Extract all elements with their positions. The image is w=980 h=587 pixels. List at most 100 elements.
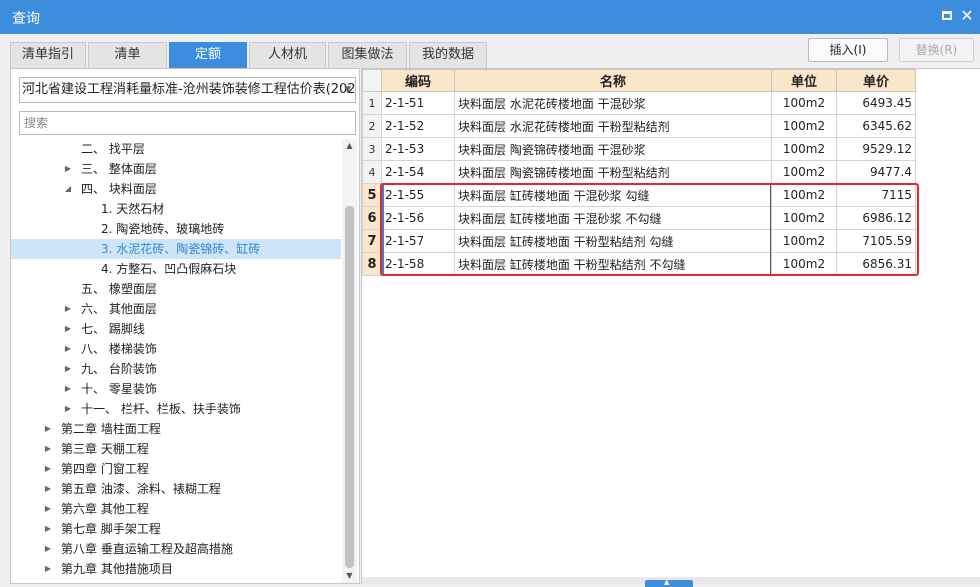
table-row[interactable]: 2 2-1-52 块料面层 水泥花砖楼地面 干粉型粘结剂 100m2 6345.… [362, 114, 916, 138]
tree-node[interactable]: ◢ 四、 块料面层 [11, 179, 341, 199]
expand-arrow-icon[interactable]: ▶ [63, 319, 73, 339]
price-cell[interactable]: 9529.12 [836, 137, 916, 161]
tree-node[interactable]: 二、 找平层 [11, 139, 341, 159]
name-cell[interactable]: 块料面层 缸砖楼地面 干混砂浆 勾缝 [454, 183, 772, 207]
code-cell[interactable]: 2-1-58 [381, 252, 455, 276]
tree-node[interactable]: ▶ 第五章 油漆、涂料、裱糊工程 [11, 479, 341, 499]
price-cell[interactable]: 7115 [836, 183, 916, 207]
tree-node[interactable]: ▶ 十一、 栏杆、栏板、扶手装饰 [11, 399, 341, 419]
tree-node[interactable]: ▶ 三、 整体面层 [11, 159, 341, 179]
price-cell[interactable]: 7105.59 [836, 229, 916, 253]
tree-node[interactable]: 2. 陶瓷地砖、玻璃地砖 [11, 219, 341, 239]
column-header-price[interactable]: 单价 [836, 69, 916, 92]
name-cell[interactable]: 块料面层 水泥花砖楼地面 干粉型粘结剂 [454, 114, 772, 138]
tree-node[interactable]: ▶ 八、 楼梯装饰 [11, 339, 341, 359]
expand-arrow-icon[interactable]: ▶ [63, 299, 73, 319]
tree-node[interactable]: 4. 方整石、凹凸假麻石块 [11, 259, 341, 279]
unit-cell[interactable]: 100m2 [771, 160, 837, 184]
column-header-unit[interactable]: 单位 [771, 69, 837, 92]
name-cell[interactable]: 块料面层 缸砖楼地面 干混砂浆 不勾缝 [454, 206, 772, 230]
insert-button[interactable]: 插入(I) [808, 38, 888, 62]
unit-cell[interactable]: 100m2 [771, 114, 837, 138]
price-cell[interactable]: 6493.45 [836, 91, 916, 115]
tree-node[interactable]: ▶ 六、 其他面层 [11, 299, 341, 319]
panel-splitter-handle[interactable]: ▲ [645, 578, 693, 587]
tree-node[interactable]: ▶ 第七章 脚手架工程 [11, 519, 341, 539]
maximize-icon[interactable] [938, 7, 956, 25]
collapse-arrow-icon[interactable]: ◢ [63, 179, 73, 199]
tree-node[interactable]: ▶ 十、 零星装饰 [11, 379, 341, 399]
table-row[interactable]: 4 2-1-54 块料面层 陶瓷锦砖楼地面 干粉型粘结剂 100m2 9477.… [362, 160, 916, 184]
tree-scrollbar[interactable]: ▲ ▼ [342, 139, 357, 583]
tree-node-selected[interactable]: 3. 水泥花砖、陶瓷锦砖、缸砖 [11, 239, 341, 259]
tab-bill[interactable]: 清单 [88, 42, 167, 68]
tree-node[interactable]: ▶ 第二章 墙柱面工程 [11, 419, 341, 439]
expand-arrow-icon[interactable]: ▶ [43, 459, 53, 479]
unit-cell[interactable]: 100m2 [771, 91, 837, 115]
tab-my-data[interactable]: 我的数据 [409, 42, 487, 68]
tab-labor-material[interactable]: 人材机 [249, 42, 326, 68]
expand-arrow-icon[interactable]: ▶ [43, 559, 53, 579]
scroll-down-icon[interactable]: ▼ [342, 569, 357, 583]
unit-cell[interactable]: 100m2 [771, 252, 837, 276]
tree-node[interactable]: ▶ 第八章 垂直运输工程及超高措施 [11, 539, 341, 559]
name-cell[interactable]: 块料面层 水泥花砖楼地面 干混砂浆 [454, 91, 772, 115]
expand-arrow-icon[interactable]: ▶ [43, 419, 53, 439]
code-cell[interactable]: 2-1-52 [381, 114, 455, 138]
table-row-highlighted[interactable]: 7 2-1-57 块料面层 缸砖楼地面 干粉型粘结剂 勾缝 100m2 7105… [362, 229, 916, 253]
expand-arrow-icon[interactable]: ▶ [43, 439, 53, 459]
name-cell[interactable]: 块料面层 陶瓷锦砖楼地面 干混砂浆 [454, 137, 772, 161]
tab-bill-guide[interactable]: 清单指引 [10, 42, 86, 68]
expand-arrow-icon[interactable]: ▶ [43, 519, 53, 539]
unit-cell[interactable]: 100m2 [771, 229, 837, 253]
tree-node[interactable]: ▶ 第六章 其他工程 [11, 499, 341, 519]
tab-atlas-method[interactable]: 图集做法 [328, 42, 407, 68]
table-row-highlighted[interactable]: 8 2-1-58 块料面层 缸砖楼地面 干粉型粘结剂 不勾缝 100m2 685… [362, 252, 916, 276]
expand-arrow-icon[interactable]: ▶ [63, 399, 73, 419]
expand-arrow-icon[interactable]: ▶ [63, 359, 73, 379]
replace-button[interactable]: 替换(R) [899, 38, 974, 62]
dropdown-arrow-icon[interactable]: ▼ [344, 78, 351, 102]
expand-arrow-icon[interactable]: ▶ [63, 379, 73, 399]
table-row[interactable]: 1 2-1-51 块料面层 水泥花砖楼地面 干混砂浆 100m2 6493.45 [362, 91, 916, 115]
column-header-code[interactable]: 编码 [381, 69, 455, 92]
code-cell[interactable]: 2-1-53 [381, 137, 455, 161]
price-cell[interactable]: 6986.12 [836, 206, 916, 230]
price-cell[interactable]: 6345.62 [836, 114, 916, 138]
library-select[interactable]: 河北省建设工程消耗量标准-沧州装饰装修工程估价表(2023) ▼ [19, 77, 356, 103]
table-row[interactable]: 3 2-1-53 块料面层 陶瓷锦砖楼地面 干混砂浆 100m2 9529.12 [362, 137, 916, 161]
code-cell[interactable]: 2-1-56 [381, 206, 455, 230]
name-cell[interactable]: 块料面层 陶瓷锦砖楼地面 干粉型粘结剂 [454, 160, 772, 184]
code-cell[interactable]: 2-1-54 [381, 160, 455, 184]
tree-node[interactable]: 五、 橡塑面层 [11, 279, 341, 299]
tree-node[interactable]: ▶ 第九章 其他措施项目 [11, 559, 341, 579]
price-cell[interactable]: 6856.31 [836, 252, 916, 276]
expand-arrow-icon[interactable]: ▶ [63, 339, 73, 359]
expand-arrow-icon[interactable]: ▶ [43, 479, 53, 499]
unit-cell[interactable]: 100m2 [771, 206, 837, 230]
name-cell[interactable]: 块料面层 缸砖楼地面 干粉型粘结剂 不勾缝 [454, 252, 772, 276]
code-cell[interactable]: 2-1-55 [381, 183, 455, 207]
code-cell[interactable]: 2-1-57 [381, 229, 455, 253]
table-row-highlighted[interactable]: 6 2-1-56 块料面层 缸砖楼地面 干混砂浆 不勾缝 100m2 6986.… [362, 206, 916, 230]
column-header-name[interactable]: 名称 [454, 69, 772, 92]
tree-node[interactable]: ▶ 七、 踢脚线 [11, 319, 341, 339]
unit-cell[interactable]: 100m2 [771, 137, 837, 161]
tab-quota[interactable]: 定额 [169, 42, 247, 68]
name-cell[interactable]: 块料面层 缸砖楼地面 干粉型粘结剂 勾缝 [454, 229, 772, 253]
tree-node[interactable]: ▶ 九、 台阶装饰 [11, 359, 341, 379]
expand-arrow-icon[interactable]: ▶ [43, 539, 53, 559]
tree-node[interactable]: 1. 天然石材 [11, 199, 341, 219]
code-cell[interactable]: 2-1-51 [381, 91, 455, 115]
price-cell[interactable]: 9477.4 [836, 160, 916, 184]
search-input[interactable] [19, 111, 356, 135]
close-icon[interactable]: ✕ [958, 7, 976, 25]
tree-node[interactable]: ▶ 第四章 门窗工程 [11, 459, 341, 479]
unit-cell[interactable]: 100m2 [771, 183, 837, 207]
expand-arrow-icon[interactable]: ▶ [63, 159, 73, 179]
scrollbar-thumb[interactable] [345, 206, 354, 568]
table-row-highlighted[interactable]: 5 2-1-55 块料面层 缸砖楼地面 干混砂浆 勾缝 100m2 7115 [362, 183, 916, 207]
expand-arrow-icon[interactable]: ▶ [43, 499, 53, 519]
scroll-up-icon[interactable]: ▲ [342, 139, 357, 153]
tree-node[interactable]: ▶ 第三章 天棚工程 [11, 439, 341, 459]
